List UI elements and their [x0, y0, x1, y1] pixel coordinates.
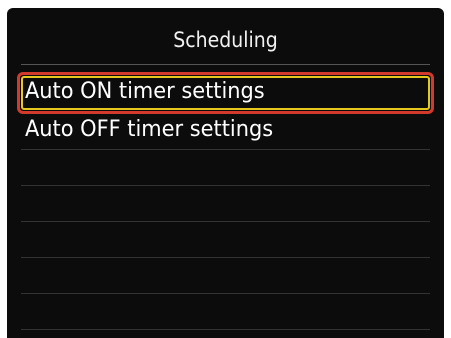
- menu-item-auto-off-timer[interactable]: Auto OFF timer settings: [21, 114, 430, 148]
- row-divider: [21, 221, 430, 222]
- row-divider: [21, 149, 430, 150]
- menu-item-label: Auto OFF timer settings: [25, 117, 274, 142]
- row-divider: [21, 293, 430, 294]
- row-divider: [21, 185, 430, 186]
- row-divider: [21, 329, 430, 330]
- menu-item-label: Auto ON timer settings: [25, 79, 265, 104]
- scheduling-menu: Auto ON timer settings Auto OFF timer se…: [7, 8, 444, 338]
- menu-item-auto-on-timer[interactable]: Auto ON timer settings: [17, 72, 434, 114]
- row-divider: [21, 257, 430, 258]
- printer-panel-screen: Scheduling Auto ON timer settings Auto O…: [7, 8, 444, 338]
